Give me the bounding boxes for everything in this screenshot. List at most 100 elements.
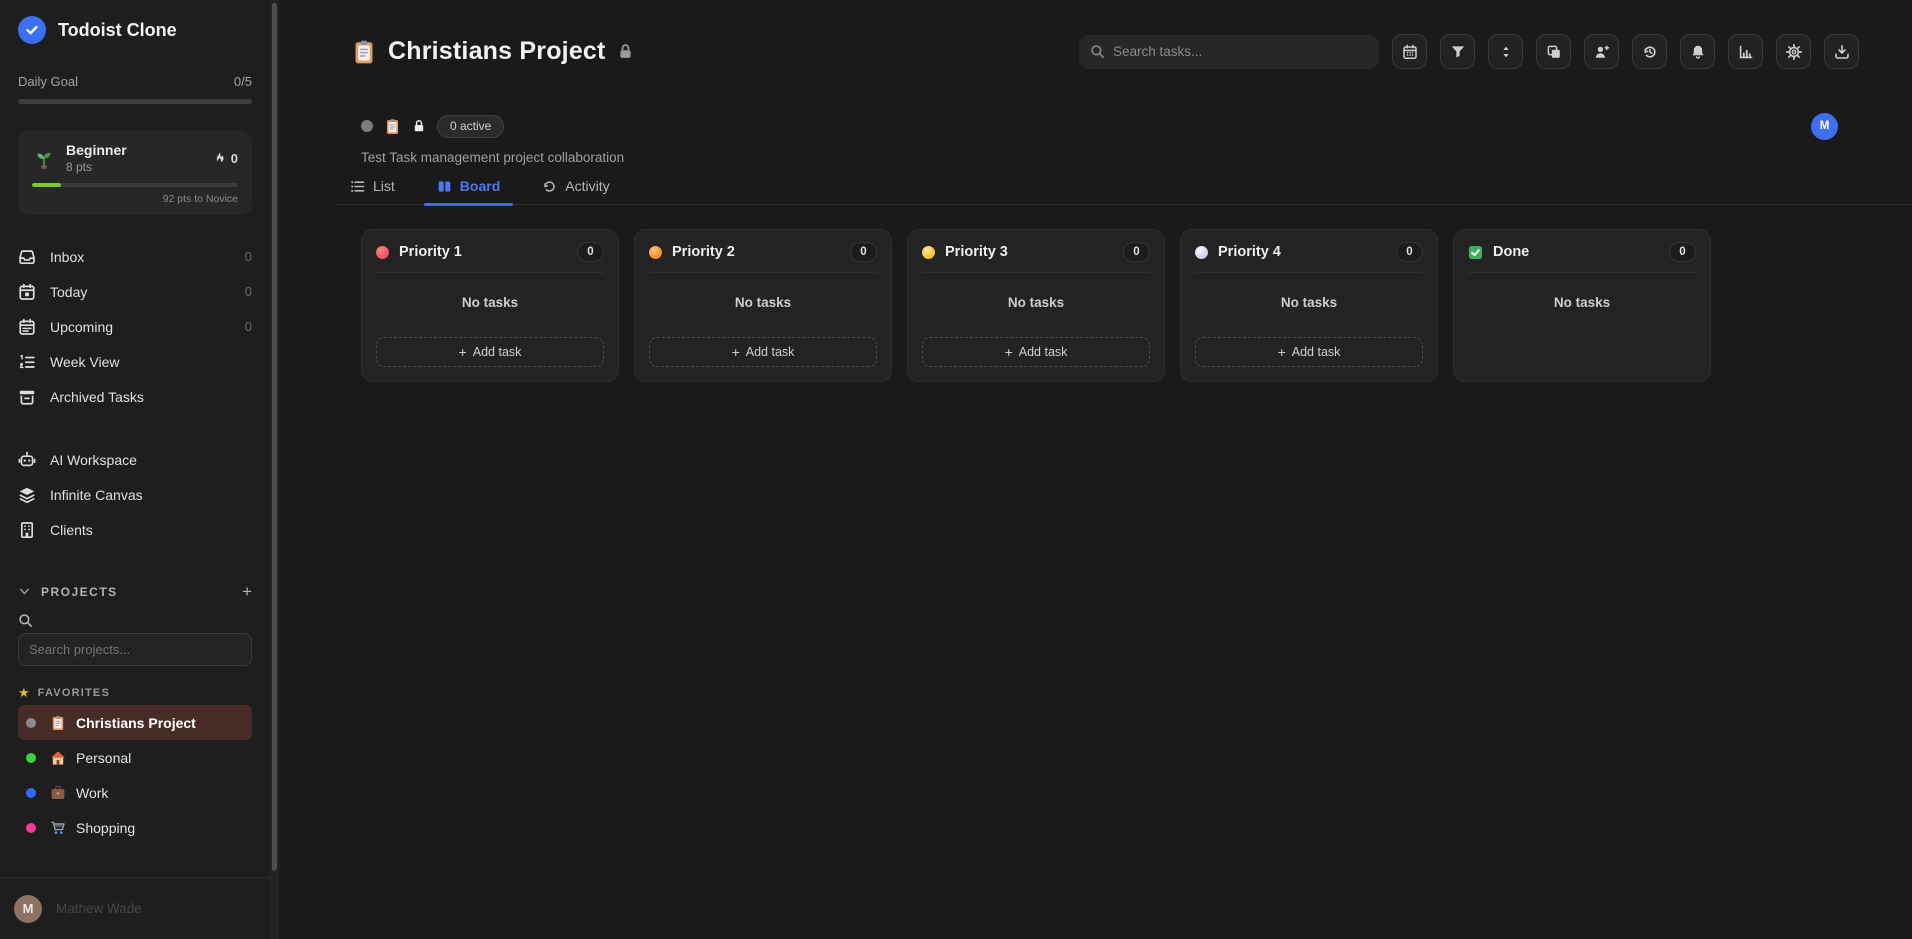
empty-state-label: No tasks <box>1454 295 1710 310</box>
sidebar-item-inbox[interactable]: Inbox 0 <box>18 239 252 274</box>
sidebar-item-week-view[interactable]: Week View <box>18 344 252 379</box>
column-done: Done 0 No tasks <box>1453 229 1711 382</box>
chart-icon <box>1738 44 1754 60</box>
chart-button[interactable] <box>1728 34 1763 69</box>
projects-search-input[interactable] <box>18 633 252 666</box>
project-item-christians-project[interactable]: Christians Project <box>18 705 252 740</box>
tab-activity[interactable]: Activity <box>529 178 622 204</box>
cart-icon <box>50 820 66 836</box>
robot-icon <box>18 451 36 469</box>
projects-search-icon <box>18 613 252 628</box>
plus-icon: + <box>459 345 467 359</box>
clipboard-icon <box>351 39 377 65</box>
project-item-personal[interactable]: Personal <box>18 740 252 775</box>
copy-icon <box>1546 44 1562 60</box>
history-button[interactable] <box>1632 34 1667 69</box>
app-title: Todoist Clone <box>58 20 177 41</box>
level-progress <box>32 183 61 187</box>
sidebar-scrollbar[interactable] <box>270 0 279 939</box>
add-task-button[interactable]: + Add task <box>649 337 877 367</box>
sidebar-item-count: 0 <box>245 249 252 264</box>
column-count-badge: 0 <box>577 242 604 262</box>
sidebar-item-infinite-canvas[interactable]: Infinite Canvas <box>18 477 252 512</box>
favorites-label: FAVORITES <box>38 687 110 699</box>
column-priority-3: Priority 3 0 No tasks + Add task <box>907 229 1165 382</box>
add-task-button[interactable]: + Add task <box>376 337 604 367</box>
sort-button[interactable] <box>1488 34 1523 69</box>
scrollbar-thumb[interactable] <box>272 3 277 871</box>
sidebar-item-label: Week View <box>50 354 120 370</box>
sidebar-item-archived-tasks[interactable]: Archived Tasks <box>18 379 252 414</box>
user-avatar[interactable]: M <box>14 895 42 923</box>
favorites-header: ★ FAVORITES <box>18 686 252 699</box>
main-content: Christians Project <box>279 0 1912 939</box>
sidebar: Todoist Clone Daily Goal 0/5 Beginner 8 … <box>0 0 270 939</box>
column-priority-1: Priority 1 0 No tasks + Add task <box>361 229 619 382</box>
projects-label: PROJECTS <box>41 585 118 599</box>
tab-board[interactable]: Board <box>424 178 513 204</box>
flame-icon <box>212 151 227 166</box>
numbered-list-icon <box>18 353 36 371</box>
add-project-button[interactable]: + <box>242 583 252 600</box>
column-priority-2: Priority 2 0 No tasks + Add task <box>634 229 892 382</box>
column-title: Priority 3 <box>945 244 1008 260</box>
star-icon: ★ <box>18 686 30 699</box>
add-task-button[interactable]: + Add task <box>1195 337 1423 367</box>
level-name: Beginner <box>66 142 127 158</box>
sidebar-item-label: AI Workspace <box>50 452 137 468</box>
empty-state-label: No tasks <box>908 295 1164 310</box>
filter-button[interactable] <box>1440 34 1475 69</box>
empty-state-label: No tasks <box>1181 295 1437 310</box>
add-user-button[interactable] <box>1584 34 1619 69</box>
column-count-badge: 0 <box>1396 242 1423 262</box>
project-item-shopping[interactable]: Shopping <box>18 810 252 845</box>
sidebar-item-ai-workspace[interactable]: AI Workspace <box>18 442 252 477</box>
level-points: 8 pts <box>66 160 127 174</box>
search-icon <box>1090 44 1105 59</box>
project-status-dot <box>26 788 36 798</box>
page-header: Christians Project <box>337 0 1912 69</box>
project-meta-row: 0 active M <box>361 113 1912 139</box>
download-button[interactable] <box>1824 34 1859 69</box>
board-icon <box>437 179 452 194</box>
sidebar-item-label: Inbox <box>50 249 84 265</box>
clipboard-icon <box>50 715 66 731</box>
sidebar-item-clients[interactable]: Clients <box>18 512 252 547</box>
task-search[interactable] <box>1079 35 1379 69</box>
tab-list[interactable]: List <box>337 178 408 204</box>
column-priority-4: Priority 4 0 No tasks + Add task <box>1180 229 1438 382</box>
sidebar-item-label: Upcoming <box>50 319 113 335</box>
add-task-label: Add task <box>1292 345 1341 359</box>
sidebar-item-upcoming[interactable]: Upcoming 0 <box>18 309 252 344</box>
member-avatar[interactable]: M <box>1811 113 1838 140</box>
bell-icon <box>1690 44 1706 60</box>
clipboard-icon <box>384 118 401 135</box>
done-check-icon <box>1468 245 1483 260</box>
sidebar-item-today[interactable]: Today 0 <box>18 274 252 309</box>
archive-icon <box>18 388 36 406</box>
add-task-label: Add task <box>1019 345 1068 359</box>
page-title: Christians Project <box>388 37 606 66</box>
project-item-label: Personal <box>76 750 131 766</box>
add-task-button[interactable]: + Add task <box>922 337 1150 367</box>
copy-button[interactable] <box>1536 34 1571 69</box>
empty-state-label: No tasks <box>362 295 618 310</box>
add-task-label: Add task <box>746 345 795 359</box>
list-icon <box>350 179 365 194</box>
column-count-badge: 0 <box>850 242 877 262</box>
add-user-icon <box>1594 44 1610 60</box>
user-bar[interactable]: M Mathew Wade <box>0 877 270 939</box>
history-icon <box>1642 44 1658 60</box>
project-description: Test Task management project collaborati… <box>361 150 1912 165</box>
chevron-down-icon[interactable] <box>18 585 31 598</box>
column-count-badge: 0 <box>1669 242 1696 262</box>
task-search-input[interactable] <box>1113 44 1368 59</box>
app-logo <box>18 16 46 44</box>
plus-icon: + <box>732 345 740 359</box>
add-task-label: Add task <box>473 345 522 359</box>
projects-header: PROJECTS + <box>18 583 252 600</box>
notifications-button[interactable] <box>1680 34 1715 69</box>
project-item-work[interactable]: Work <box>18 775 252 810</box>
calendar-button[interactable] <box>1392 34 1427 69</box>
settings-button[interactable] <box>1776 34 1811 69</box>
